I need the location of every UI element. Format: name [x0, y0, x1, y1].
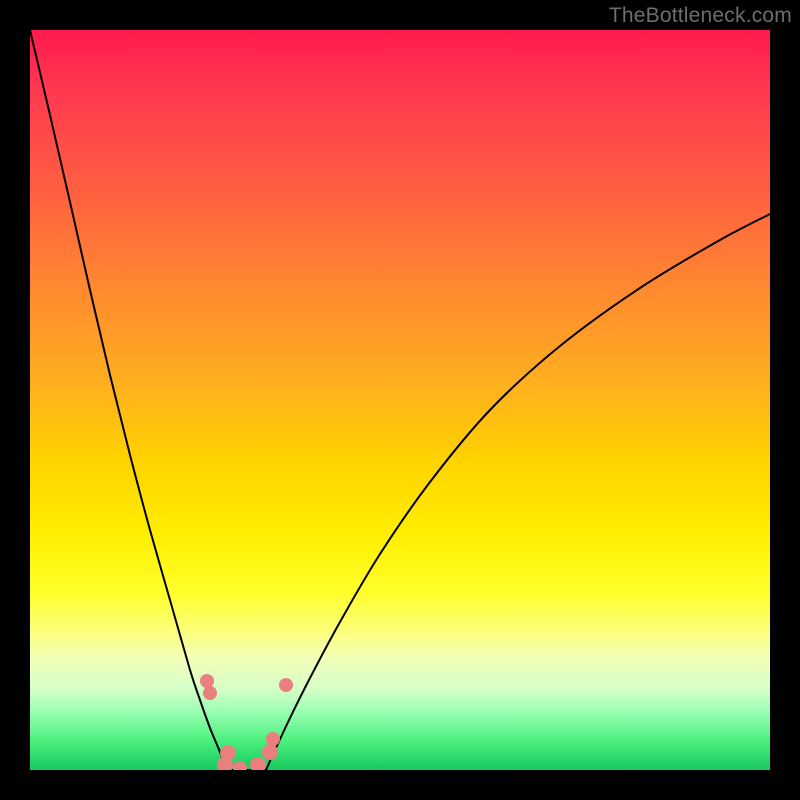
- data-marker: [200, 674, 214, 688]
- data-marker: [266, 732, 280, 746]
- series-lines: [30, 30, 770, 770]
- curve-left-branch: [30, 30, 226, 770]
- curve-right-branch: [266, 214, 770, 770]
- chart-svg: [30, 30, 770, 770]
- data-marker: [250, 757, 266, 770]
- chart-frame: TheBottleneck.com: [0, 0, 800, 800]
- data-marker: [203, 686, 217, 700]
- plot-area: [30, 30, 770, 770]
- data-marker: [233, 761, 247, 770]
- data-marker: [262, 744, 278, 760]
- series-markers: [200, 674, 293, 770]
- data-marker: [279, 678, 293, 692]
- watermark-text: TheBottleneck.com: [609, 4, 792, 28]
